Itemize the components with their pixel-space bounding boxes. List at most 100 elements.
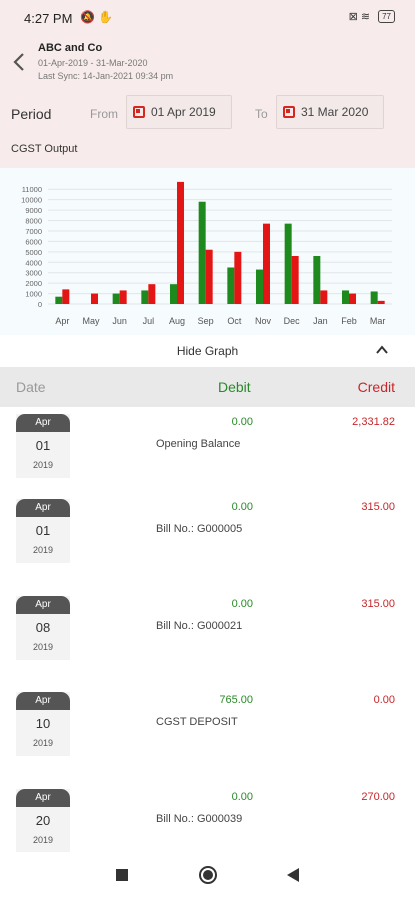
- android-nav-bar: [0, 852, 415, 900]
- date-month: Apr: [16, 789, 70, 807]
- bar-aug-series-1: [170, 284, 177, 304]
- debit-amount: 0.00: [231, 791, 253, 803]
- y-tick-label: 4000: [25, 258, 42, 267]
- x-tick-label: Sep: [198, 316, 214, 326]
- date-day: 10: [35, 716, 51, 731]
- to-date-value: 31 Mar 2020: [301, 105, 369, 119]
- bar-sep-series-1: [198, 201, 206, 304]
- date-year: 2019: [32, 642, 54, 652]
- chart-svg: 01000 20003000 40005000 600070008000 9000100…: [21, 181, 392, 326]
- transaction-row[interactable]: Apr 20 2019 0.00 270.00 Bill No.: G00003…: [0, 783, 415, 852]
- battery-icon: 77: [378, 10, 395, 23]
- x-tick-label: May: [82, 316, 100, 326]
- status-bar: 4:27 PM 🔕 ✋ ⊠ ≋ 77: [0, 0, 415, 36]
- debit-amount: 0.00: [231, 501, 253, 513]
- y-tick-label: 9000: [25, 206, 42, 215]
- x-tick-label: Jul: [143, 316, 155, 326]
- date-badge: Apr 08 2019: [16, 596, 70, 660]
- report-title: CGST Output: [11, 143, 78, 155]
- date-day: 01: [35, 438, 51, 453]
- transaction-row[interactable]: Apr 08 2019 0.00 315.00 Bill No.: G00002…: [0, 590, 415, 687]
- to-date-picker[interactable]: 31 Mar 2020: [276, 95, 384, 129]
- period-label: Period: [11, 106, 52, 122]
- date-badge: Apr 01 2019: [16, 414, 70, 478]
- bar-jan-series-2: [320, 290, 328, 304]
- header-date: Date: [16, 379, 46, 395]
- credit-amount: 2,331.82: [352, 416, 395, 428]
- x-tick-label: Apr: [55, 316, 69, 326]
- bar-may-series-2: [91, 293, 98, 304]
- y-tick-label: 1000: [25, 290, 42, 299]
- debit-amount: 0.00: [231, 416, 253, 428]
- y-tick-label: 7000: [25, 227, 42, 236]
- hide-graph-toggle[interactable]: Hide Graph: [0, 335, 415, 367]
- x-tick-label: Nov: [255, 316, 272, 326]
- y-tick-label: 5000: [25, 248, 42, 257]
- transaction-description: Bill No.: G000021: [156, 620, 243, 632]
- transaction-description: Bill No.: G000039: [156, 813, 243, 825]
- date-day: 20: [35, 813, 51, 828]
- bar-jul-series-2: [148, 284, 156, 304]
- x-tick-label: Oct: [227, 316, 242, 326]
- date-day: 08: [35, 620, 51, 635]
- back-button[interactable]: [287, 868, 299, 882]
- bar-nov-series-2: [263, 223, 270, 304]
- date-badge: Apr 01 2019: [16, 499, 70, 563]
- transaction-row[interactable]: Apr 01 2019 0.00 315.00 Bill No.: G00000…: [0, 493, 415, 590]
- transaction-description: Bill No.: G000005: [156, 523, 243, 535]
- x-tick-label: Aug: [169, 316, 185, 326]
- y-tick-label: 11000: [22, 185, 42, 194]
- from-label: From: [90, 107, 118, 121]
- credit-amount: 0.00: [373, 694, 395, 706]
- calendar-icon: [133, 106, 145, 118]
- table-header: Date Debit Credit: [0, 367, 415, 407]
- date-year: 2019: [32, 545, 54, 555]
- bar-feb-series-1: [342, 290, 349, 304]
- y-tick-label: 0: [38, 300, 42, 309]
- bar-apr-series-1: [55, 296, 63, 304]
- bar-oct-series-2: [234, 251, 242, 304]
- to-label: To: [255, 107, 268, 121]
- x-tick-label: Jun: [112, 316, 127, 326]
- x-tick-label: Feb: [341, 316, 357, 326]
- bar-chart: 0 1000 2000 3000 4000 5000 6000 7000 8000 9000 100…: [0, 168, 415, 335]
- x-tick-label: Mar: [370, 316, 386, 326]
- from-date-picker[interactable]: 01 Apr 2019: [126, 95, 232, 129]
- header-credit: Credit: [357, 379, 395, 395]
- debit-amount: 765.00: [219, 694, 253, 706]
- transaction-row[interactable]: Apr 10 2019 765.00 0.00 CGST DEPOSIT: [0, 686, 415, 783]
- recents-button[interactable]: [116, 869, 128, 881]
- wifi-icon: ⊠ ≋: [348, 11, 371, 23]
- date-month: Apr: [16, 692, 70, 710]
- date-day: 01: [35, 523, 51, 538]
- system-icons: ⊠ ≋ 77: [349, 10, 395, 23]
- bar-jun-series-1: [112, 293, 120, 304]
- y-tick-label: 3000: [25, 269, 42, 278]
- last-sync-text: Last Sync: 14-Jan-2021 09:34 pm: [38, 71, 174, 81]
- bar-mar-series-2: [377, 300, 385, 304]
- notification-icons: 🔕 ✋: [80, 10, 114, 24]
- back-arrow-icon[interactable]: [12, 52, 26, 72]
- credit-amount: 270.00: [361, 791, 395, 803]
- transaction-row[interactable]: Apr 01 2019 0.00 2,331.82 Opening Balanc…: [0, 408, 415, 505]
- header-debit: Debit: [218, 379, 251, 395]
- chevron-up-icon: [376, 345, 388, 354]
- x-tick-label: Dec: [284, 316, 301, 326]
- home-button[interactable]: [199, 866, 217, 884]
- bar-jun-series-2: [119, 290, 127, 304]
- bar-sep-series-2: [205, 249, 213, 304]
- header-panel: 4:27 PM 🔕 ✋ ⊠ ≋ 77 ABC and Co 01-Apr-201…: [0, 0, 415, 168]
- transaction-description: CGST DEPOSIT: [156, 716, 238, 728]
- status-time: 4:27 PM: [24, 11, 73, 26]
- x-tick-label: Jan: [313, 316, 328, 326]
- date-month: Apr: [16, 414, 70, 432]
- date-year: 2019: [32, 738, 54, 748]
- date-month: Apr: [16, 499, 70, 517]
- company-name: ABC and Co: [38, 42, 103, 54]
- from-date-value: 01 Apr 2019: [151, 105, 216, 119]
- bar-jan-series-1: [313, 256, 321, 304]
- bar-jul-series-1: [141, 290, 149, 304]
- bar-aug-series-2: [177, 181, 184, 304]
- date-month: Apr: [16, 596, 70, 614]
- date-badge: Apr 10 2019: [16, 692, 70, 756]
